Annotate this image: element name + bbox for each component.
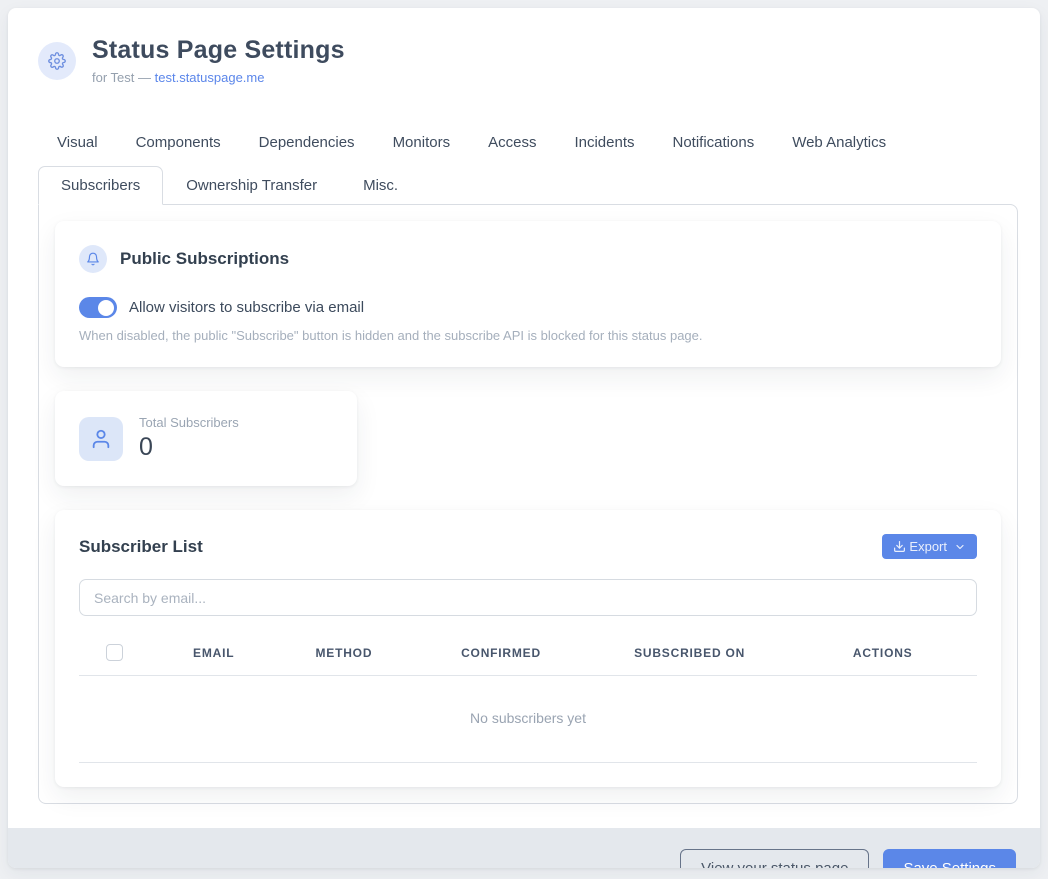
page-subtitle: for Test — test.statuspage.me	[92, 70, 345, 85]
bell-icon	[79, 245, 107, 273]
subscriber-list-title: Subscriber List	[79, 537, 203, 557]
col-actions: ACTIONS	[788, 632, 977, 676]
export-button-label: Export	[909, 539, 947, 554]
tab-components[interactable]: Components	[117, 123, 240, 162]
tabs-row-1: Visual Components Dependencies Monitors …	[30, 123, 1018, 162]
tab-visual[interactable]: Visual	[38, 123, 117, 162]
subscribe-toggle-row: Allow visitors to subscribe via email	[79, 297, 977, 318]
header-text: Status Page Settings for Test — test.sta…	[92, 36, 345, 85]
tab-monitors[interactable]: Monitors	[374, 123, 470, 162]
total-subscribers-card: Total Subscribers 0	[55, 391, 357, 486]
toggle-knob	[98, 300, 114, 316]
col-subscribed-on: SUBSCRIBED ON	[591, 632, 789, 676]
tab-subscribers[interactable]: Subscribers	[38, 166, 163, 205]
tab-misc[interactable]: Misc.	[340, 166, 421, 205]
total-subscribers-text: Total Subscribers 0	[139, 415, 239, 462]
download-icon	[893, 540, 906, 553]
subscribe-helper-text: When disabled, the public "Subscribe" bu…	[79, 328, 977, 343]
empty-state-text: No subscribers yet	[79, 676, 977, 763]
subscribe-toggle[interactable]	[79, 297, 117, 318]
status-page-link[interactable]: test.statuspage.me	[155, 70, 265, 85]
subscriber-table: EMAIL METHOD CONFIRMED SUBSCRIBED ON ACT…	[79, 632, 977, 763]
settings-window: Status Page Settings for Test — test.sta…	[8, 8, 1040, 868]
public-subscriptions-header: Public Subscriptions	[79, 245, 977, 273]
page-header: Status Page Settings for Test — test.sta…	[30, 36, 1018, 85]
public-subscriptions-card: Public Subscriptions Allow visitors to s…	[55, 221, 1001, 367]
page-title: Status Page Settings	[92, 36, 345, 65]
total-subscribers-value: 0	[139, 433, 239, 462]
subscribe-toggle-label: Allow visitors to subscribe via email	[129, 299, 364, 316]
person-icon	[79, 417, 123, 461]
tab-web-analytics[interactable]: Web Analytics	[773, 123, 905, 162]
subscriber-table-header-row: EMAIL METHOD CONFIRMED SUBSCRIBED ON ACT…	[79, 632, 977, 676]
view-status-page-button[interactable]: View your status page	[680, 849, 869, 868]
subscribers-panel: Public Subscriptions Allow visitors to s…	[38, 204, 1018, 804]
total-subscribers-label: Total Subscribers	[139, 415, 239, 430]
tab-ownership-transfer[interactable]: Ownership Transfer	[163, 166, 340, 205]
tab-notifications[interactable]: Notifications	[654, 123, 774, 162]
search-input[interactable]	[79, 579, 977, 616]
col-email: EMAIL	[151, 632, 277, 676]
subtitle-prefix: for Test —	[92, 70, 155, 85]
footer-bar: View your status page Save Settings	[8, 828, 1040, 868]
tabs-row-2: Subscribers Ownership Transfer Misc.	[30, 166, 1018, 205]
subscriber-list-header: Subscriber List Export	[79, 534, 977, 559]
col-confirmed: CONFIRMED	[411, 632, 591, 676]
gear-icon	[38, 42, 76, 80]
public-subscriptions-title: Public Subscriptions	[120, 249, 289, 269]
select-all-cell	[79, 632, 151, 676]
subscriber-list-card: Subscriber List Export	[55, 510, 1001, 787]
select-all-checkbox[interactable]	[106, 644, 123, 661]
empty-state-row: No subscribers yet	[79, 676, 977, 763]
export-button[interactable]: Export	[882, 534, 977, 559]
chevron-down-icon	[954, 541, 966, 553]
col-method: METHOD	[277, 632, 412, 676]
tab-dependencies[interactable]: Dependencies	[240, 123, 374, 162]
settings-main: Status Page Settings for Test — test.sta…	[8, 8, 1040, 828]
save-settings-button[interactable]: Save Settings	[883, 849, 1016, 868]
tab-incidents[interactable]: Incidents	[555, 123, 653, 162]
tab-access[interactable]: Access	[469, 123, 555, 162]
